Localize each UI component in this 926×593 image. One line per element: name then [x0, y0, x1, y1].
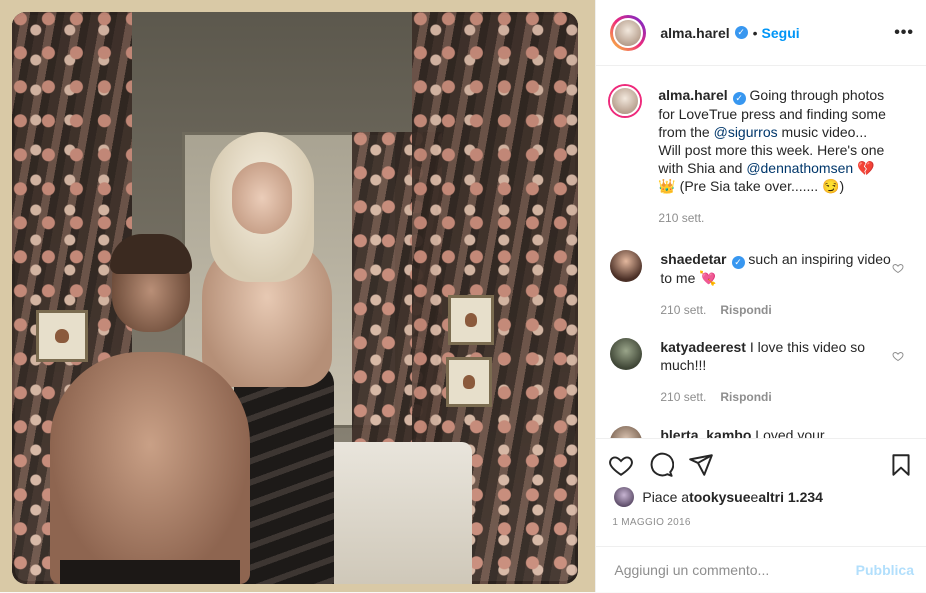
wall-frame: [446, 357, 492, 407]
likes-summary: Piace a tookysue e altri 1.234: [596, 479, 926, 507]
caption-meta: 210 sett.: [658, 209, 890, 227]
post-actions: Piace a tookysue e altri 1.234 1 MAGGIO …: [596, 438, 926, 547]
post-sidebar: alma.harel ✓ • Segui ••• alma.harel ✓ Goi…: [595, 0, 926, 592]
comment-item: shaedetar ✓ such an inspiring video to me…: [596, 250, 926, 319]
comment-username[interactable]: blerta_kambo: [660, 427, 751, 438]
man-figure: [50, 352, 250, 584]
likes-prefix: Piace a: [642, 489, 690, 505]
avatar[interactable]: [610, 14, 647, 51]
wall-frame: [36, 310, 88, 362]
mention-link[interactable]: @sigurros: [714, 124, 778, 140]
mention-link[interactable]: @dennathomsen: [746, 160, 853, 176]
comment-item: blerta_kambo Loved your: [596, 426, 926, 438]
post-photo[interactable]: [0, 0, 596, 592]
likes-middle: e: [750, 489, 759, 505]
post-header: alma.harel ✓ • Segui •••: [596, 0, 926, 66]
photo-frame: [12, 12, 578, 584]
verified-badge-icon: ✓: [734, 26, 748, 39]
comments-list[interactable]: alma.harel ✓ Going through photos for Lov…: [596, 66, 926, 438]
post-date[interactable]: 1 MAGGIO 2016: [596, 507, 926, 528]
add-comment-bar: Pubblica: [596, 546, 926, 593]
comment-time[interactable]: 210 sett.: [660, 303, 706, 317]
save-bookmark-icon[interactable]: [888, 452, 914, 478]
caption-time[interactable]: 210 sett.: [658, 211, 704, 225]
avatar[interactable]: [610, 86, 641, 116]
caption: alma.harel ✓ Going through photos for Lov…: [596, 86, 926, 227]
post-modal: alma.harel ✓ • Segui ••• alma.harel ✓ Goi…: [0, 0, 926, 592]
liker-username[interactable]: tookysue: [689, 489, 750, 505]
avatar[interactable]: [610, 338, 643, 370]
likes-others-link[interactable]: altri 1.234: [758, 489, 823, 505]
like-heart-icon[interactable]: [608, 452, 634, 478]
more-options-icon[interactable]: •••: [894, 24, 914, 42]
comment-username[interactable]: katyadeerest: [660, 339, 746, 355]
avatar[interactable]: [610, 426, 643, 438]
caption-username[interactable]: alma.harel: [658, 87, 727, 103]
comment-meta: 210 sett. Rispondi: [660, 388, 892, 406]
comment-bubble-icon[interactable]: [648, 452, 675, 478]
like-comment-heart-icon[interactable]: [892, 262, 904, 274]
verified-badge-icon: ✓: [731, 255, 745, 269]
separator-dot: •: [752, 24, 758, 41]
comment-username[interactable]: shaedetar: [660, 251, 726, 267]
reply-button[interactable]: Rispondi: [720, 390, 771, 404]
comment-time[interactable]: 210 sett.: [660, 390, 706, 404]
comment-input[interactable]: [612, 561, 856, 579]
reply-button[interactable]: Rispondi: [720, 303, 771, 317]
follow-button[interactable]: Segui: [762, 25, 800, 41]
share-paper-plane-icon[interactable]: [688, 452, 714, 478]
avatar[interactable]: [610, 250, 643, 282]
comment-item: katyadeerest I love this video so much!!…: [596, 338, 926, 406]
like-comment-heart-icon[interactable]: [892, 350, 904, 362]
comment-meta: 210 sett. Rispondi: [660, 301, 892, 319]
wall-frame: [448, 295, 494, 345]
avatar[interactable]: [614, 487, 635, 507]
comment-text: Loved your: [755, 427, 825, 438]
verified-badge-icon: ✓: [732, 91, 746, 105]
publish-button[interactable]: Pubblica: [856, 562, 914, 578]
author-username[interactable]: alma.harel: [660, 25, 729, 41]
